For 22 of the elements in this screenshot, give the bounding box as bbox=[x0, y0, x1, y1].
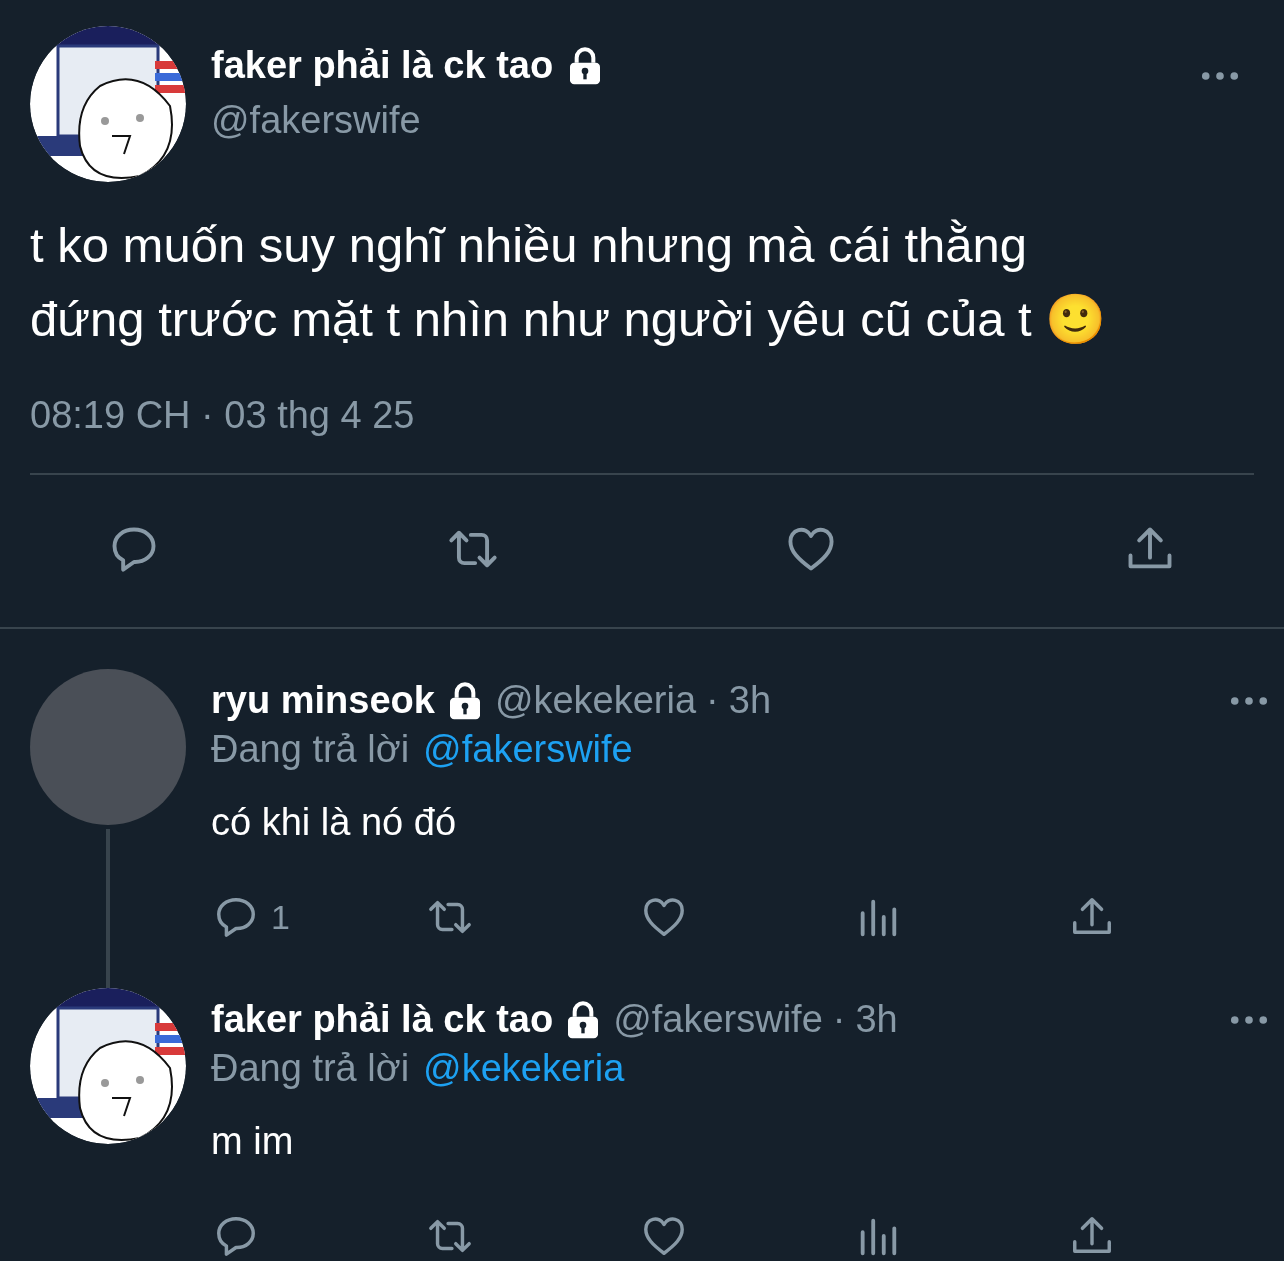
reply-text: có khi là nó đó bbox=[211, 801, 458, 844]
username[interactable]: @fakerswife bbox=[211, 99, 1176, 142]
post-time: 3h bbox=[855, 998, 898, 1041]
mention-link[interactable]: @kekekeria bbox=[423, 1047, 625, 1090]
separator-dot: · bbox=[706, 679, 719, 722]
display-name[interactable]: ryu minseok bbox=[211, 679, 435, 722]
replying-label: Đang trả lời bbox=[211, 728, 410, 771]
display-name[interactable]: faker phải là ck tao bbox=[211, 998, 554, 1041]
replying-label: Đang trả lời bbox=[211, 1047, 410, 1090]
display-name[interactable]: faker phải là ck tao bbox=[211, 44, 554, 87]
username[interactable]: @fakerswife bbox=[613, 998, 823, 1041]
post-time: 3h bbox=[728, 679, 772, 722]
username[interactable]: @kekekeria bbox=[494, 679, 697, 722]
tweet-text: t ko muốn suy nghĩ nhiều nhưng mà cái thằng đứng trước mặt t nhìn như người yêu cũ của t 🙂 bbox=[30, 217, 1108, 348]
reply-text: m im bbox=[211, 1120, 295, 1163]
mention-link[interactable]: @fakerswife bbox=[423, 728, 633, 771]
separator-dot: · bbox=[832, 998, 846, 1041]
more-icon[interactable] bbox=[1230, 1014, 1268, 1025]
more-icon[interactable] bbox=[1230, 695, 1268, 706]
reply-count: 1 bbox=[271, 897, 290, 937]
more-icon[interactable] bbox=[1201, 71, 1239, 81]
timestamp: 08:19 CH · 03 thg 4 25 bbox=[30, 394, 416, 437]
